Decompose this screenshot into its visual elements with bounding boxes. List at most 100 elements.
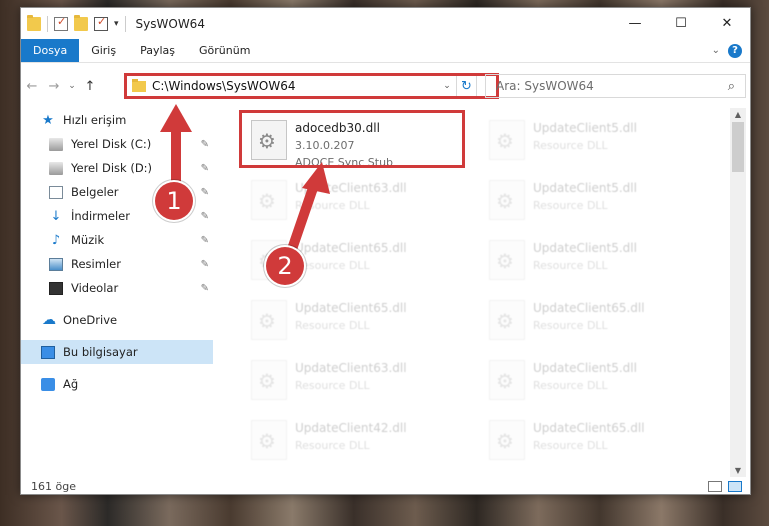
window-controls: — ☐ ✕ bbox=[612, 8, 750, 39]
disk-icon bbox=[49, 137, 63, 151]
details-view-icon[interactable] bbox=[708, 480, 722, 492]
properties-icon[interactable] bbox=[54, 15, 68, 31]
file-meta: UpdateClient63.dll Resource DLL bbox=[295, 354, 407, 394]
forward-button[interactable]: → bbox=[43, 79, 65, 94]
file-meta: UpdateClient5.dll Resource DLL bbox=[533, 174, 637, 214]
file-meta: UpdateClient65.dll Resource DLL bbox=[533, 294, 645, 334]
pin-icon[interactable]: ✎ bbox=[201, 187, 209, 198]
pin-icon[interactable]: ✎ bbox=[201, 235, 209, 246]
pin-icon[interactable]: ✎ bbox=[201, 259, 209, 270]
file-name: UpdateClient5.dll bbox=[533, 121, 637, 135]
file-description: Resource DLL bbox=[295, 439, 370, 452]
customize-icon[interactable] bbox=[94, 15, 108, 31]
file-description: Resource DLL bbox=[295, 199, 370, 212]
download-icon: ↓ bbox=[50, 208, 62, 224]
new-folder-icon[interactable] bbox=[74, 14, 88, 31]
navigation-pane: ★ Hızlı erişim Yerel Disk (C:) ✎ Yerel D… bbox=[21, 108, 213, 470]
nav-videos[interactable]: Videolar ✎ bbox=[21, 276, 213, 300]
search-placeholder: Ara: SysWOW64 bbox=[496, 79, 594, 93]
file-meta: UpdateClient65.dll Resource DLL bbox=[295, 294, 407, 334]
file-name: UpdateClient5.dll bbox=[533, 361, 637, 375]
file-tile[interactable]: UpdateClient63.dll Resource DLL bbox=[243, 354, 463, 406]
tab-share[interactable]: Paylaş bbox=[128, 39, 187, 62]
item-count: 161 öge bbox=[31, 479, 76, 493]
nav-label: OneDrive bbox=[63, 313, 118, 327]
file-tile[interactable]: UpdateClient65.dll Resource DLL bbox=[243, 294, 463, 346]
file-name: UpdateClient65.dll bbox=[533, 301, 645, 315]
file-tile[interactable]: UpdateClient5.dll Resource DLL bbox=[481, 234, 701, 286]
close-button[interactable]: ✕ bbox=[704, 8, 750, 39]
nav-label: Hızlı erişim bbox=[63, 113, 127, 127]
nav-label: Resimler bbox=[71, 257, 121, 271]
pin-icon[interactable]: ✎ bbox=[201, 163, 209, 174]
file-tile[interactable]: UpdateClient65.dll Resource DLL bbox=[481, 414, 701, 466]
file-meta: UpdateClient65.dll Resource DLL bbox=[295, 234, 407, 274]
search-input[interactable]: Ara: SysWOW64 ⌕ bbox=[485, 74, 746, 98]
divider bbox=[47, 15, 48, 32]
file-description: Resource DLL bbox=[295, 319, 370, 332]
music-icon: ♪ bbox=[51, 232, 61, 248]
scroll-up-icon[interactable]: ▲ bbox=[730, 110, 746, 119]
dll-file-icon bbox=[251, 180, 287, 220]
quick-access-toolbar: ▾ bbox=[27, 14, 126, 32]
nav-network[interactable]: Ağ bbox=[21, 372, 213, 396]
file-tile[interactable]: UpdateClient5.dll Resource DLL bbox=[481, 174, 701, 226]
address-row: ← → ⌄ ↑ C:\Windows\SysWOW64 ⌄ ↻ Ara: Sys… bbox=[21, 71, 750, 101]
nav-this-pc[interactable]: Bu bilgisayar bbox=[21, 340, 213, 364]
back-button[interactable]: ← bbox=[21, 79, 43, 94]
nav-label: Bu bilgisayar bbox=[63, 345, 138, 359]
nav-label: Yerel Disk (D:) bbox=[71, 161, 153, 175]
file-name: UpdateClient65.dll bbox=[533, 421, 645, 435]
file-meta: UpdateClient5.dll Resource DLL bbox=[533, 234, 637, 274]
file-tile[interactable]: UpdateClient63.dll Resource DLL bbox=[243, 174, 463, 226]
file-tile[interactable]: UpdateClient65.dll Resource DLL bbox=[481, 294, 701, 346]
up-button[interactable]: ↑ bbox=[79, 79, 101, 94]
file-tile[interactable]: UpdateClient5.dll Resource DLL bbox=[481, 114, 701, 166]
file-tile[interactable]: UpdateClient5.dll Resource DLL bbox=[481, 354, 701, 406]
minimize-button[interactable]: — bbox=[612, 8, 658, 39]
recent-locations-button[interactable]: ⌄ bbox=[65, 81, 79, 91]
vertical-scrollbar[interactable]: ▲ ▼ bbox=[730, 108, 746, 477]
highlight-box-address bbox=[124, 73, 499, 99]
file-description: Resource DLL bbox=[533, 319, 608, 332]
nav-local-disk-d[interactable]: Yerel Disk (D:) ✎ bbox=[21, 156, 213, 180]
maximize-button[interactable]: ☐ bbox=[658, 8, 704, 39]
chevron-down-icon[interactable]: ▾ bbox=[114, 19, 119, 29]
nav-pictures[interactable]: Resimler ✎ bbox=[21, 252, 213, 276]
tab-home[interactable]: Giriş bbox=[79, 39, 128, 62]
dll-file-icon bbox=[251, 300, 287, 340]
pin-icon[interactable]: ✎ bbox=[201, 211, 209, 222]
nav-onedrive[interactable]: ☁ OneDrive bbox=[21, 308, 213, 332]
nav-label: Yerel Disk (C:) bbox=[71, 137, 152, 151]
help-icon[interactable]: ? bbox=[728, 43, 742, 58]
tiles-view-icon[interactable] bbox=[728, 480, 742, 492]
tab-view[interactable]: Görünüm bbox=[187, 39, 262, 62]
nav-label: Müzik bbox=[71, 233, 105, 247]
scroll-thumb[interactable] bbox=[732, 122, 744, 172]
dll-file-icon bbox=[489, 360, 525, 400]
file-meta: UpdateClient42.dll Resource DLL bbox=[295, 414, 407, 454]
file-name: UpdateClient5.dll bbox=[533, 241, 637, 255]
nav-music[interactable]: ♪ Müzik ✎ bbox=[21, 228, 213, 252]
file-name: UpdateClient42.dll bbox=[295, 421, 407, 435]
network-icon bbox=[41, 377, 55, 391]
nav-local-disk-c[interactable]: Yerel Disk (C:) ✎ bbox=[21, 132, 213, 156]
expand-ribbon-icon[interactable]: ⌄ bbox=[712, 45, 720, 56]
documents-icon bbox=[49, 185, 63, 199]
scroll-down-icon[interactable]: ▼ bbox=[730, 466, 746, 475]
tab-file[interactable]: Dosya bbox=[21, 39, 80, 62]
pin-icon[interactable]: ✎ bbox=[201, 139, 209, 150]
nav-quick-access[interactable]: ★ Hızlı erişim bbox=[21, 108, 213, 132]
pictures-icon bbox=[49, 257, 63, 271]
nav-label: Videolar bbox=[71, 281, 119, 295]
title-bar: ▾ SysWOW64 — ☐ ✕ bbox=[21, 8, 750, 39]
file-description: Resource DLL bbox=[533, 259, 608, 272]
file-meta: UpdateClient63.dll Resource DLL bbox=[295, 174, 407, 214]
highlight-box-file bbox=[239, 110, 465, 168]
cloud-icon: ☁ bbox=[42, 312, 56, 328]
pin-icon[interactable]: ✎ bbox=[201, 283, 209, 294]
file-tile[interactable]: UpdateClient42.dll Resource DLL bbox=[243, 414, 463, 466]
